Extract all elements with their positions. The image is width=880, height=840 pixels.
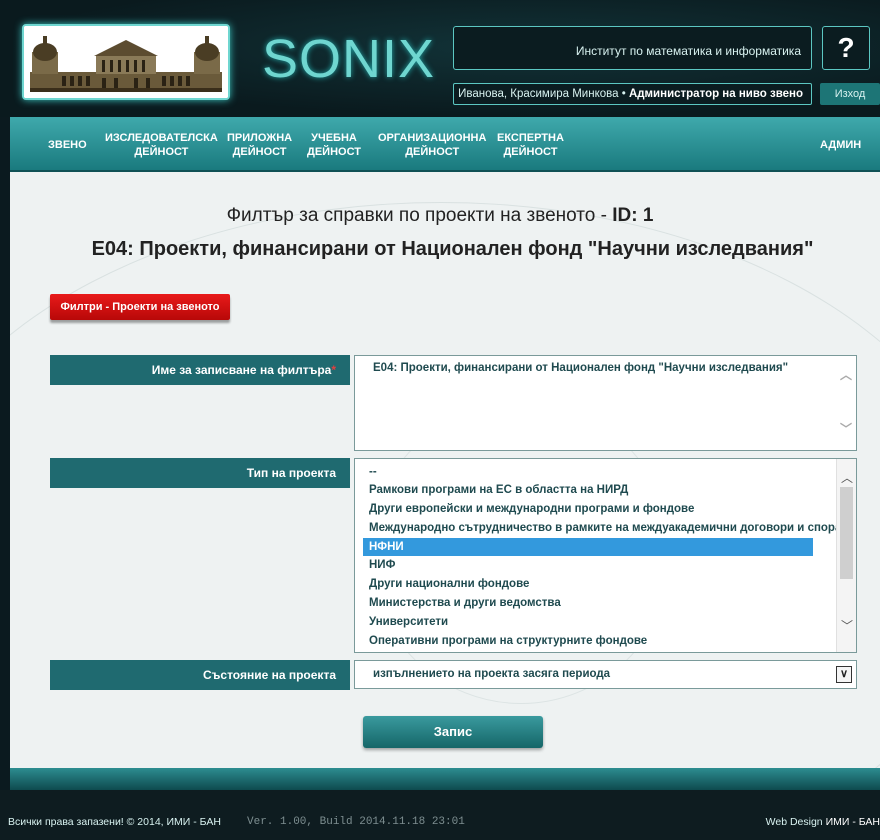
copyright-text: Всички права запазени! © 2014, ИМИ - БАН: [8, 816, 221, 828]
list-option[interactable]: Оперативни програми на структурните фонд…: [369, 632, 647, 650]
nav-label: ДЕЙНОСТ: [232, 146, 287, 158]
listbox-scrollbar[interactable]: ︿ ﹀: [836, 459, 856, 652]
footer: Всички права запазени! © 2014, ИМИ - БАН…: [0, 790, 880, 840]
page-title: Филтър за справки по проекти на звеното …: [0, 205, 880, 227]
list-option[interactable]: --: [369, 463, 377, 481]
app-name: SONIX: [262, 29, 436, 89]
nav-label: ДЕЙНОСТ: [307, 146, 361, 158]
building-logo-image: [24, 26, 228, 98]
nav-label: ОРГАНИЗАЦИОННА: [378, 132, 487, 144]
filter-name-value: Е04: Проекти, финансирани от Национален …: [373, 362, 789, 374]
nav-item-organizational[interactable]: ОРГАНИЗАЦИОННА ДЕЙНОСТ: [378, 131, 486, 159]
project-type-label: Тип на проекта: [50, 458, 350, 488]
user-info: Иванова, Красимира Минкова • Администрат…: [453, 83, 812, 105]
list-option[interactable]: НИФ: [369, 556, 395, 574]
list-option[interactable]: Международно сътрудничество в рамките на…: [369, 519, 856, 537]
nav-label: ПРИЛОЖНА: [227, 132, 293, 144]
design-label: Web Design: [765, 816, 823, 828]
filter-name-textarea[interactable]: Е04: Проекти, финансирани от Национален …: [354, 355, 857, 451]
page-title-text: Филтър за справки по проекти на звеното …: [226, 205, 613, 226]
user-name: Иванова, Красимира Минкова: [458, 88, 619, 100]
help-button[interactable]: ?: [822, 26, 870, 70]
nav-label: ДЕЙНОСТ: [134, 146, 189, 158]
web-design-credit[interactable]: Web Design ИМИ - БАН: [766, 816, 880, 828]
nav-item-teaching[interactable]: УЧЕБНА ДЕЙНОСТ: [307, 131, 361, 159]
scroll-up-icon[interactable]: ︿: [840, 366, 852, 383]
scrollbar-thumb[interactable]: [840, 487, 853, 579]
header: SONIX Институт по математика и информати…: [0, 0, 880, 117]
nav-item-zveno[interactable]: ЗВЕНО: [48, 138, 87, 152]
nav-label: ДЕЙНОСТ: [405, 146, 460, 158]
list-option[interactable]: Други национални фондове: [369, 575, 529, 593]
nav-item-research[interactable]: ИЗСЛЕДОВАТЕЛСКА ДЕЙНОСТ: [105, 131, 218, 159]
bas-building-logo[interactable]: [22, 24, 230, 100]
footer-strip: [10, 768, 880, 790]
nav-item-expert[interactable]: ЕКСПЕРТНА ДЕЙНОСТ: [497, 131, 564, 159]
nav-label: ДЕЙНОСТ: [503, 146, 558, 158]
institute-name: Институт по математика и информатика: [453, 26, 812, 70]
build-version: Ver. 1.00, Build 2014.11.18 23:01: [247, 816, 465, 828]
page-title-id: ID: 1: [612, 205, 654, 226]
project-state-select[interactable]: изпълнението на проекта засяга периода ∨: [354, 660, 857, 689]
list-option[interactable]: Министерства и други ведомства: [369, 594, 561, 612]
project-type-listbox[interactable]: -- Рамкови програми на ЕС в областта на …: [354, 458, 857, 653]
chevron-down-icon[interactable]: ∨: [836, 666, 852, 683]
project-state-label: Състояние на проекта: [50, 660, 350, 690]
filter-name-label: Име за записване на филтъра*: [50, 355, 350, 385]
filter-name-label-text: Име за записване на филтъра: [151, 363, 332, 377]
nav-label: ЗВЕНО: [48, 139, 87, 151]
page-subtitle: Е04: Проекти, финансирани от Национален …: [91, 238, 814, 260]
scroll-up-icon[interactable]: ︿: [841, 469, 853, 486]
required-mark: *: [331, 363, 336, 377]
scroll-down-icon[interactable]: ﹀: [841, 617, 853, 634]
list-option[interactable]: Рамкови програми на ЕС в областта на НИР…: [369, 481, 628, 499]
design-owner: ИМИ - БАН: [825, 816, 880, 828]
scroll-down-icon[interactable]: ﹀: [840, 420, 852, 437]
nav-label: ИЗСЛЕДОВАТЕЛСКА: [105, 132, 218, 144]
user-role: Администратор на ниво звено: [628, 88, 803, 100]
filters-projects-button[interactable]: Филтри - Проекти на звеното: [50, 294, 230, 320]
user-separator: •: [618, 88, 629, 100]
list-option[interactable]: Университети: [369, 613, 448, 631]
nav-item-admin[interactable]: АДМИН: [820, 138, 861, 152]
list-option-selected[interactable]: НФНИ: [363, 538, 813, 556]
list-option[interactable]: Други европейски и международни програми…: [369, 500, 694, 518]
save-button[interactable]: Запис: [363, 716, 543, 748]
nav-label: УЧЕБНА: [311, 132, 357, 144]
project-state-value: изпълнението на проекта засяга периода: [373, 668, 611, 680]
nav-label: ЕКСПЕРТНА: [497, 132, 564, 144]
nav-item-applied[interactable]: ПРИЛОЖНА ДЕЙНОСТ: [227, 131, 292, 159]
main-nav: ЗВЕНО ИЗСЛЕДОВАТЕЛСКА ДЕЙНОСТ ПРИЛОЖНА Д…: [10, 117, 880, 172]
logout-button[interactable]: Изход: [820, 83, 880, 105]
